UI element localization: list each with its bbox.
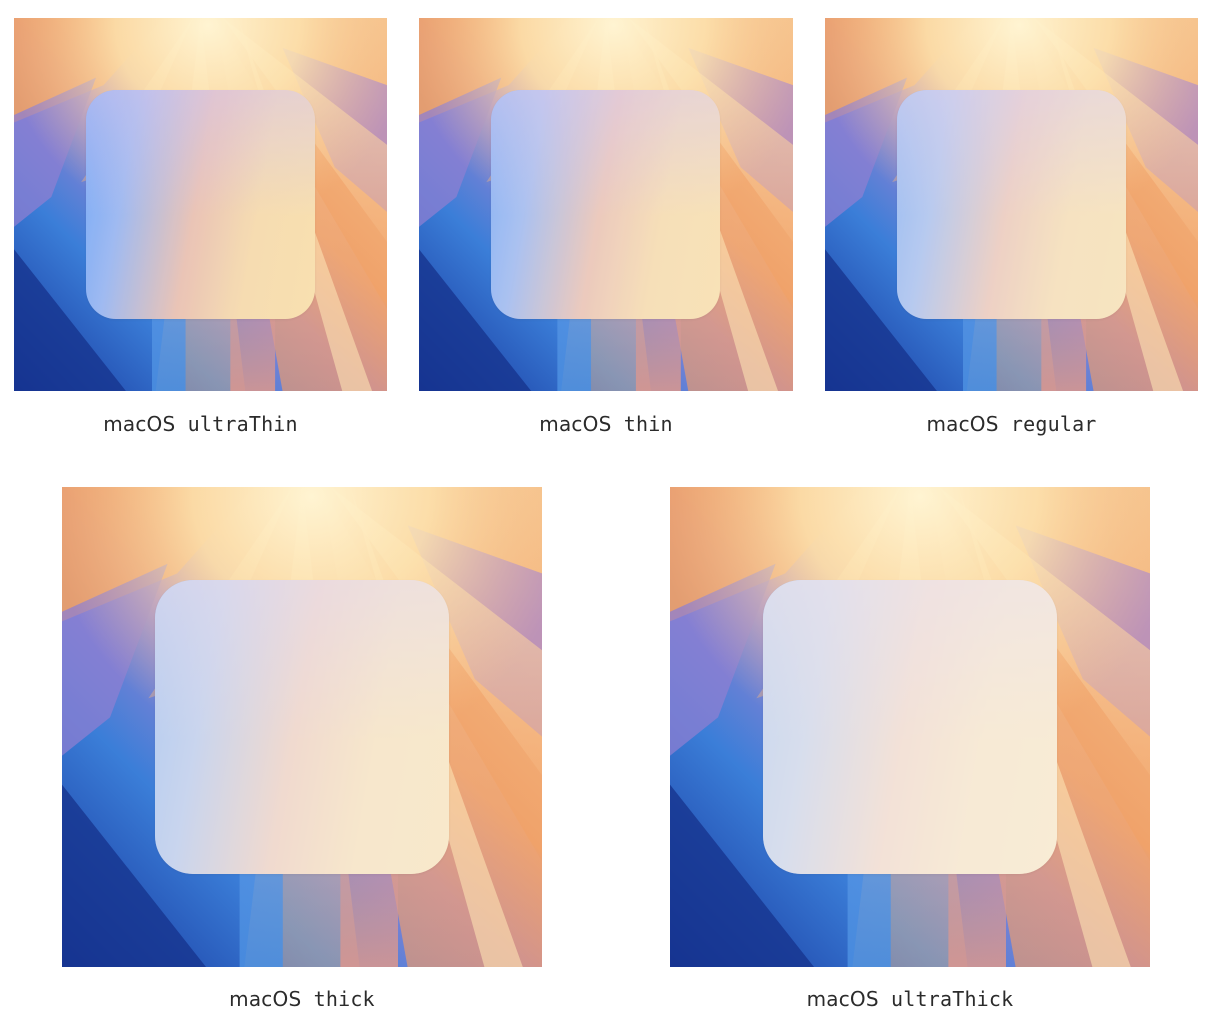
frost-layer — [86, 90, 315, 319]
frost-layer — [155, 580, 449, 874]
sample-regular-preview — [825, 18, 1198, 391]
caption-thin: macOS thin — [539, 412, 673, 436]
material-panel-thick — [155, 580, 449, 874]
material-panel-ultrathick — [763, 580, 1057, 874]
caption-regular: macOS regular — [926, 412, 1097, 436]
material-panel-ultrathin — [86, 90, 315, 319]
frost-layer — [763, 580, 1057, 874]
caption-ultrathick: macOS ultraThick — [806, 987, 1014, 1011]
material-panel-thin — [491, 90, 720, 319]
frost-layer — [491, 90, 720, 319]
sample-thick-preview — [62, 487, 542, 967]
caption-thick: macOS thick — [229, 987, 375, 1011]
frost-layer — [897, 90, 1126, 319]
sample-thin-preview — [419, 18, 793, 391]
material-panel-regular — [897, 90, 1126, 319]
sample-ultrathick-preview — [670, 487, 1150, 967]
caption-ultrathin: macOS ultraThin — [103, 412, 298, 436]
sample-ultrathin-preview — [14, 18, 387, 391]
